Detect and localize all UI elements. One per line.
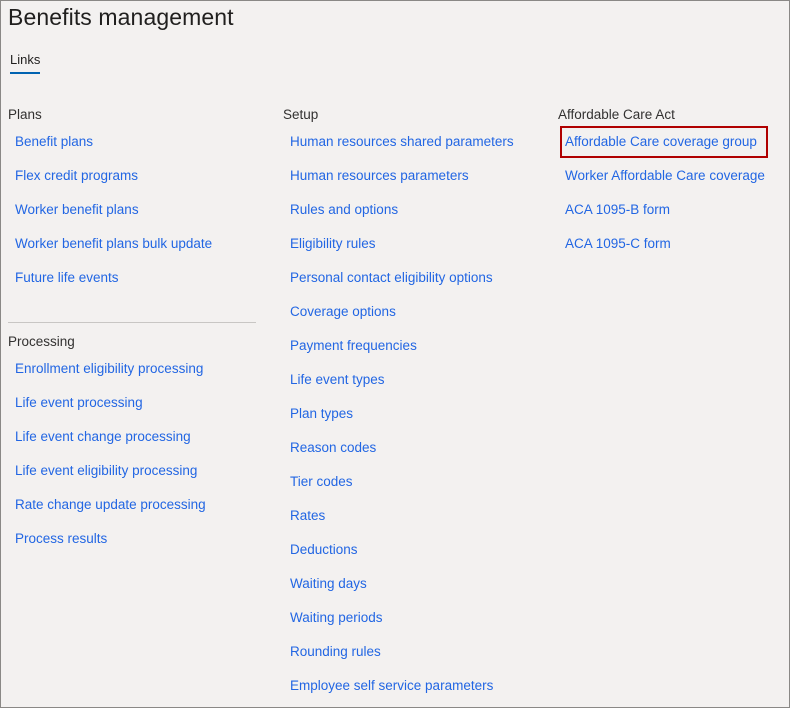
section-divider [8, 322, 256, 323]
benefits-management-workspace: Benefits management Links Plans Benefit … [0, 0, 790, 708]
link-personal-contact-eligibility-options[interactable]: Personal contact eligibility options [290, 270, 493, 285]
link-worker-affordable-care-coverage[interactable]: Worker Affordable Care coverage [565, 168, 765, 183]
section-header-plans: Plans [8, 107, 42, 122]
link-employee-self-service-parameters[interactable]: Employee self service parameters [290, 678, 493, 693]
link-tier-codes[interactable]: Tier codes [290, 474, 353, 489]
link-future-life-events[interactable]: Future life events [15, 270, 119, 285]
link-aca-1095-c-form[interactable]: ACA 1095-C form [565, 236, 671, 251]
tab-links[interactable]: Links [10, 52, 41, 74]
link-benefit-plans[interactable]: Benefit plans [15, 134, 93, 149]
link-life-event-change-processing[interactable]: Life event change processing [15, 429, 191, 444]
link-affordable-care-coverage-group[interactable]: Affordable Care coverage group [565, 134, 757, 149]
link-flex-credit-programs[interactable]: Flex credit programs [15, 168, 138, 183]
page-title: Benefits management [8, 4, 234, 30]
link-life-event-processing[interactable]: Life event processing [15, 395, 143, 410]
link-worker-benefit-plans-bulk-update[interactable]: Worker benefit plans bulk update [15, 236, 212, 251]
link-plan-types[interactable]: Plan types [290, 406, 353, 421]
section-header-affordable-care-act: Affordable Care Act [558, 107, 675, 122]
section-header-processing: Processing [8, 334, 75, 349]
link-waiting-periods[interactable]: Waiting periods [290, 610, 383, 625]
link-aca-1095-b-form[interactable]: ACA 1095-B form [565, 202, 670, 217]
link-waiting-days[interactable]: Waiting days [290, 576, 367, 591]
link-life-event-eligibility-processing[interactable]: Life event eligibility processing [15, 463, 197, 478]
link-worker-benefit-plans[interactable]: Worker benefit plans [15, 202, 139, 217]
link-rates[interactable]: Rates [290, 508, 325, 523]
link-process-results[interactable]: Process results [15, 531, 107, 546]
link-payment-frequencies[interactable]: Payment frequencies [290, 338, 417, 353]
link-rate-change-update-processing[interactable]: Rate change update processing [15, 497, 206, 512]
link-rounding-rules[interactable]: Rounding rules [290, 644, 381, 659]
link-coverage-options[interactable]: Coverage options [290, 304, 396, 319]
link-rules-and-options[interactable]: Rules and options [290, 202, 398, 217]
link-human-resources-parameters[interactable]: Human resources parameters [290, 168, 469, 183]
link-eligibility-rules[interactable]: Eligibility rules [290, 236, 376, 251]
link-enrollment-eligibility-processing[interactable]: Enrollment eligibility processing [15, 361, 203, 376]
link-human-resources-shared-parameters[interactable]: Human resources shared parameters [290, 134, 514, 149]
link-reason-codes[interactable]: Reason codes [290, 440, 376, 455]
link-life-event-types[interactable]: Life event types [290, 372, 385, 387]
section-header-setup: Setup [283, 107, 319, 122]
link-deductions[interactable]: Deductions [290, 542, 358, 557]
